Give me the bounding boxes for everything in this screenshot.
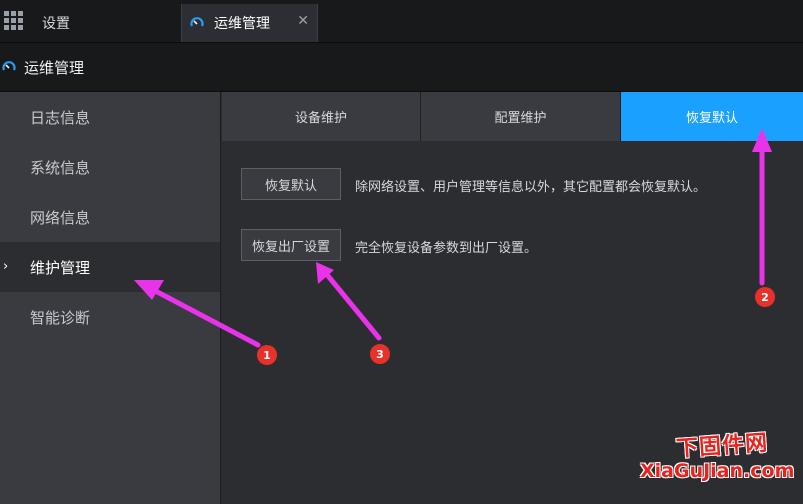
- sidebar-item-maintenance[interactable]: › 维护管理: [0, 242, 220, 292]
- annotation-badge-1: 1: [257, 345, 277, 365]
- sidebar-item-label: 系统信息: [30, 158, 91, 177]
- subtab-label: 恢复默认: [685, 111, 738, 126]
- annotation-badge-2: 2: [755, 287, 775, 307]
- sidebar-item-label: 日志信息: [30, 108, 91, 127]
- sidebar-item-log-info[interactable]: 日志信息: [0, 92, 220, 142]
- subtab-restore-default[interactable]: 恢复默认: [621, 92, 803, 141]
- sidebar-item-network-info[interactable]: 网络信息: [0, 192, 220, 242]
- sidebar-item-smart-diagnosis[interactable]: 智能诊断: [0, 292, 220, 342]
- tab-ops-management[interactable]: 运维管理 ✕: [181, 4, 318, 42]
- page-title: 运维管理: [24, 58, 85, 77]
- factory-reset-description: 完全恢复设备参数到出厂设置。: [355, 241, 538, 256]
- subtab-label: 配置维护: [494, 111, 547, 126]
- sidebar-item-system-info[interactable]: 系统信息: [0, 142, 220, 192]
- sidebar-item-label: 维护管理: [30, 258, 91, 277]
- annotation-badge-3: 3: [370, 344, 390, 364]
- tab-ops-label: 运维管理: [214, 16, 270, 32]
- factory-reset-button[interactable]: 恢复出厂设置: [241, 229, 341, 261]
- sidebar: 日志信息 系统信息 网络信息 › 维护管理 智能诊断: [0, 92, 221, 504]
- gauge-icon: [190, 17, 204, 27]
- tab-settings[interactable]: 设置: [30, 4, 180, 42]
- gauge-icon: [2, 61, 16, 71]
- restore-default-button[interactable]: 恢复默认: [241, 168, 341, 200]
- apps-grid-icon[interactable]: [4, 11, 24, 31]
- sidebar-item-label: 智能诊断: [30, 308, 91, 327]
- close-icon[interactable]: ✕: [297, 13, 309, 29]
- subtab-config-maintenance[interactable]: 配置维护: [421, 92, 621, 141]
- subtab-label: 设备维护: [294, 111, 347, 126]
- tab-settings-label: 设置: [42, 16, 70, 32]
- chevron-right-icon: ›: [3, 259, 9, 274]
- watermark-logo-text: 下固件网: [675, 430, 769, 463]
- page-header: 运维管理: [0, 43, 803, 92]
- subtab-device-maintenance[interactable]: 设备维护: [222, 92, 421, 141]
- annotation-arrow-3: [321, 268, 382, 341]
- restore-default-description: 除网络设置、用户管理等信息以外，其它配置都会恢复默认。: [355, 180, 707, 195]
- annotation-arrowhead-3: [316, 262, 334, 284]
- top-tab-bar: 设置 运维管理 ✕: [0, 0, 803, 43]
- sidebar-item-label: 网络信息: [30, 208, 91, 227]
- watermark-url: XiaGuJian.com: [640, 460, 795, 482]
- watermark: 下固件网 XiaGuJian.com: [640, 424, 800, 494]
- maintenance-subtabs: 设备维护 配置维护 恢复默认: [222, 92, 803, 141]
